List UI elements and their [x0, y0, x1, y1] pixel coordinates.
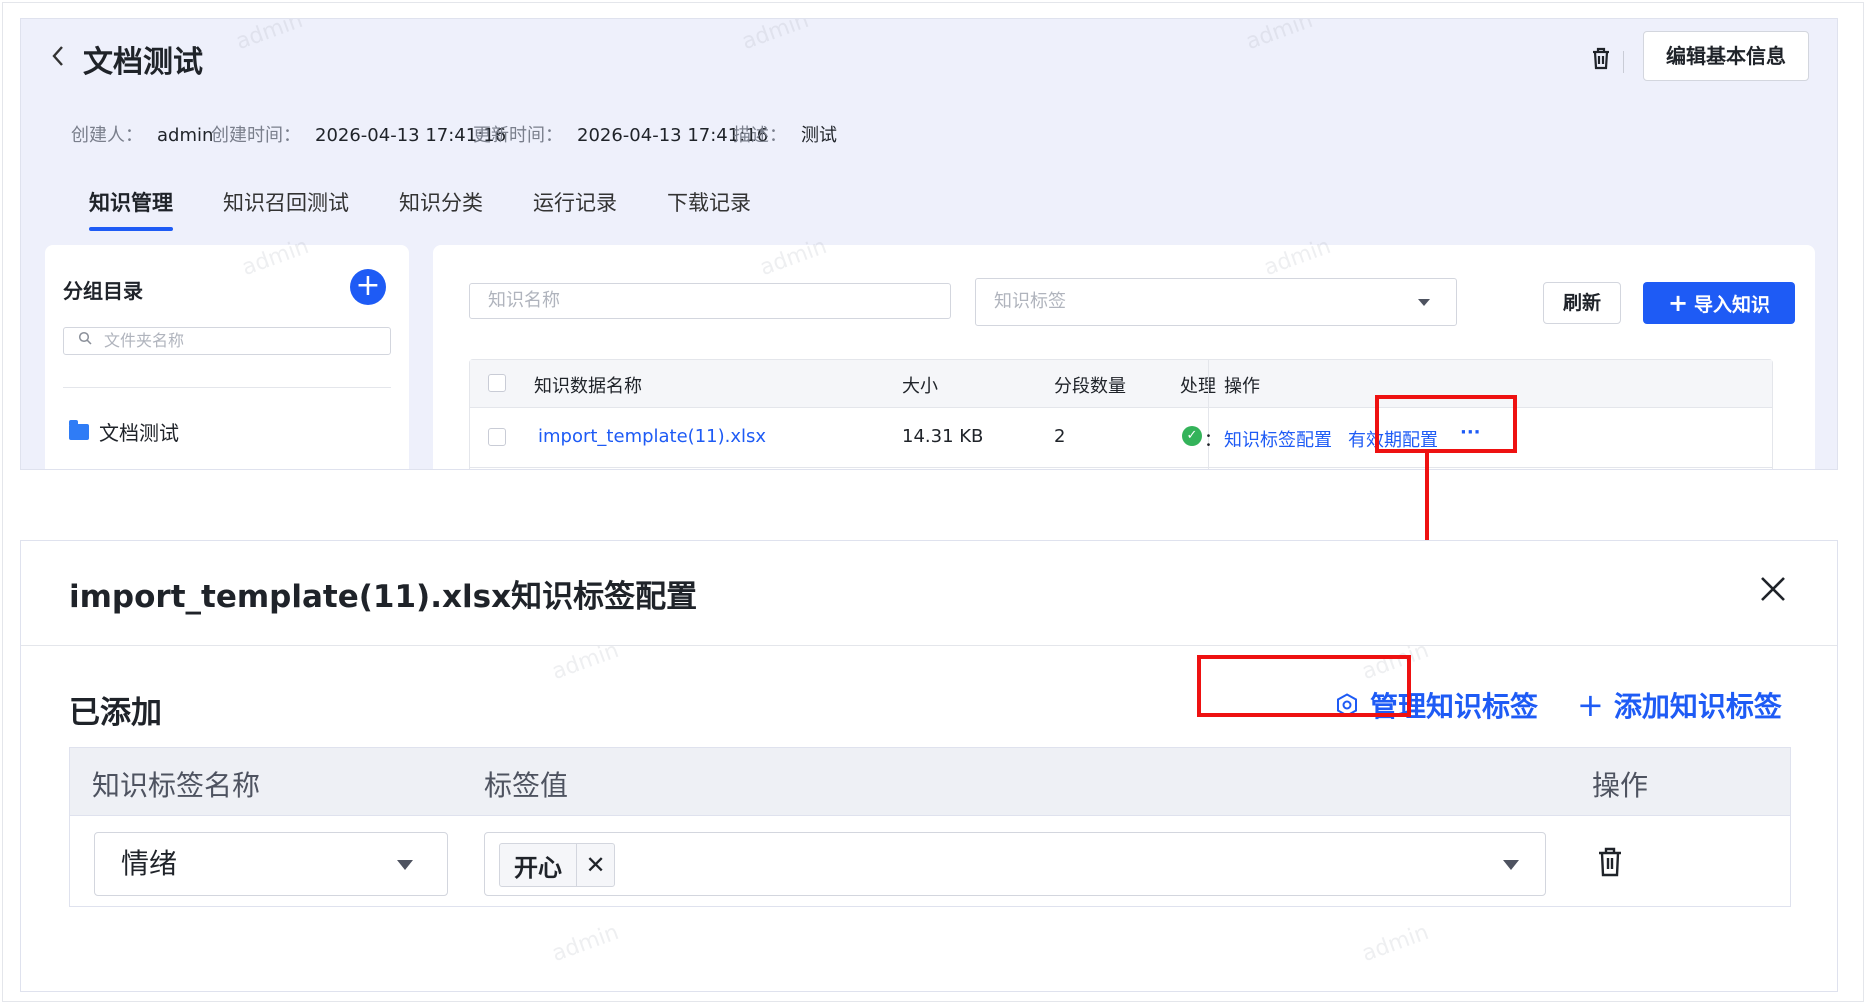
- caret-down-icon: [1503, 860, 1519, 870]
- highlight-box: [1375, 395, 1517, 453]
- import-knowledge-button[interactable]: + 导入知识: [1643, 282, 1795, 324]
- watermark: admin: [756, 233, 831, 282]
- tab-classification[interactable]: 知识分类: [399, 187, 483, 231]
- table-row: import_template(11).xlsx 14.31 KB 2 ✓ ： …: [470, 408, 1772, 468]
- add-tag-link[interactable]: + 添加知识标签: [1577, 685, 1782, 725]
- tag-name-select[interactable]: 情绪: [94, 832, 448, 896]
- divider: [63, 387, 391, 388]
- page-title: 文档测试: [83, 45, 203, 80]
- close-icon[interactable]: ✕: [576, 844, 614, 886]
- import-label: 导入知识: [1694, 294, 1771, 316]
- meta-created-time: 创建时间： 2026-04-13 17:41:16: [211, 121, 506, 147]
- add-tag-label: 添加知识标签: [1613, 690, 1782, 723]
- tag-value-select[interactable]: 开心 ✕: [484, 832, 1546, 896]
- watermark: admin: [1242, 18, 1317, 56]
- header-tag-name: 知识标签名称: [92, 769, 261, 802]
- watermark: admin: [238, 233, 313, 282]
- knowledge-name-input[interactable]: 知识名称: [469, 283, 951, 319]
- status-truncated: ：: [1204, 430, 1222, 451]
- header-actions: 操作: [1224, 376, 1260, 397]
- file-size: 14.31 KB: [902, 426, 984, 447]
- meta-label: 更新时间：: [473, 125, 563, 146]
- meta-value: 测试: [801, 125, 837, 146]
- watermark: admin: [232, 18, 307, 56]
- row-checkbox[interactable]: [488, 428, 506, 446]
- folder-icon: [69, 419, 89, 440]
- plus-icon: +: [1577, 686, 1604, 724]
- tag-config-link[interactable]: 知识标签配置: [1224, 426, 1332, 452]
- folder-panel: admin 分组目录 + 文件夹名称 文档测试: [45, 234, 409, 469]
- plus-icon: +: [1667, 289, 1689, 317]
- dialog-title: import_template(11).xlsx知识标签配置: [69, 579, 698, 615]
- plus-circle-icon[interactable]: +: [350, 269, 386, 305]
- tab-bar: 知识管理 知识召回测试 知识分类 运行记录 下载记录: [89, 187, 801, 231]
- folder-label: 文档测试: [99, 421, 179, 445]
- tab-run-records[interactable]: 运行记录: [533, 187, 617, 231]
- meta-label: 创建人：: [71, 125, 143, 146]
- watermark: admin: [548, 919, 623, 968]
- knowledge-tag-placeholder: 知识标签: [994, 291, 1066, 312]
- edit-basic-info-button[interactable]: 编辑基本信息: [1643, 31, 1809, 81]
- watermark: admin: [1260, 233, 1335, 282]
- header-segments: 分段数量: [1054, 376, 1126, 397]
- tag-table-header: 知识标签名称 标签值 操作: [70, 748, 1790, 816]
- knowledge-tag-select[interactable]: 知识标签: [975, 278, 1457, 326]
- trash-icon[interactable]: [1594, 844, 1626, 880]
- meta-creator: 创建人： admin: [71, 121, 213, 147]
- divider: [21, 645, 1837, 646]
- tag-value-chip: 开心 ✕: [499, 843, 615, 887]
- added-section-title: 已添加: [69, 695, 162, 731]
- meta-updated-time: 更新时间： 2026-04-13 17:41:16: [473, 121, 768, 147]
- tag-config-dialog: admin admin admin admin import_template(…: [20, 540, 1838, 992]
- meta-label: 描述：: [733, 125, 787, 146]
- watermark: admin: [1358, 919, 1433, 968]
- tag-name-value: 情绪: [121, 847, 178, 880]
- table-header: 知识数据名称 大小 分段数量 处理 操作: [470, 360, 1772, 408]
- highlight-box: [1197, 655, 1411, 717]
- header-tag-value: 标签值: [484, 769, 569, 802]
- check-circle-icon: ✓: [1182, 426, 1202, 446]
- caret-down-icon: [1418, 299, 1430, 306]
- meta-value: admin: [157, 125, 214, 146]
- search-icon: [78, 331, 92, 345]
- chip-label: 开心: [514, 853, 562, 882]
- watermark: admin: [738, 18, 813, 56]
- folder-panel-title: 分组目录: [63, 279, 143, 303]
- meta-label: 创建时间：: [211, 125, 301, 146]
- segment-count: 2: [1054, 426, 1066, 447]
- knowledge-base-page: admin admin admin 文档测试 编辑基本信息 创建人： admin …: [20, 18, 1838, 470]
- folder-item[interactable]: 文档测试: [69, 417, 179, 446]
- knowledge-file-link[interactable]: import_template(11).xlsx: [538, 426, 766, 447]
- meta-description: 描述： 测试: [733, 121, 837, 147]
- tag-table: 知识标签名称 标签值 操作 情绪 开心 ✕: [69, 747, 1791, 907]
- refresh-button[interactable]: 刷新: [1543, 282, 1621, 324]
- caret-down-icon: [397, 860, 413, 870]
- tab-knowledge-management[interactable]: 知识管理: [89, 187, 173, 231]
- folder-search-input[interactable]: 文件夹名称: [63, 327, 391, 355]
- chevron-left-icon[interactable]: [49, 43, 67, 76]
- knowledge-table: 知识数据名称 大小 分段数量 处理 操作 import_template(11)…: [469, 359, 1773, 469]
- header-status: 处理: [1180, 376, 1216, 397]
- header-tag-action: 操作: [1592, 769, 1649, 802]
- close-icon[interactable]: [1753, 569, 1793, 609]
- tab-recall-test[interactable]: 知识召回测试: [223, 187, 349, 231]
- header-size: 大小: [902, 376, 938, 397]
- folder-search-placeholder: 文件夹名称: [104, 331, 185, 350]
- header-name: 知识数据名称: [534, 376, 642, 397]
- select-all-checkbox[interactable]: [488, 374, 506, 392]
- trash-icon[interactable]: [1583, 41, 1619, 77]
- knowledge-list-panel: admin admin 知识名称 知识标签 刷新 + 导入知识 知识数据名称 大小…: [433, 234, 1815, 469]
- tab-download-records[interactable]: 下载记录: [667, 187, 751, 231]
- divider: [1623, 51, 1624, 73]
